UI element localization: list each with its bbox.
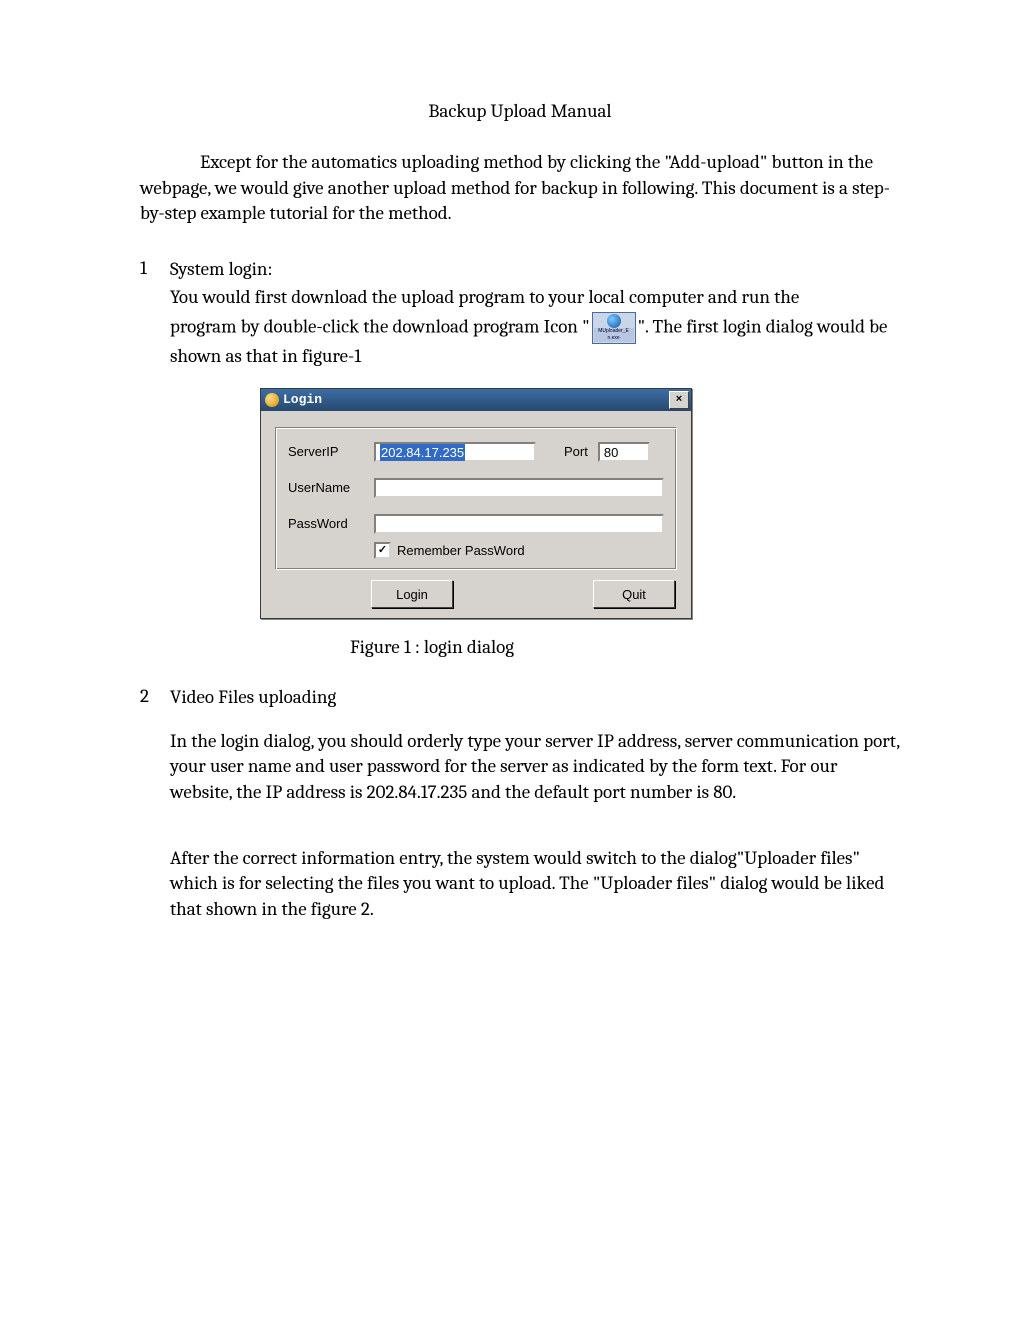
password-input[interactable] [374,514,664,534]
figure-1-caption: Figure 1 : login dialog [350,635,900,661]
intro-paragraph: Except for the automatics uploading meth… [140,150,900,227]
dialog-app-icon [265,393,279,407]
section-2-para-2: After the correct information entry, the… [170,846,900,923]
document-page: Backup Upload Manual Except for the auto… [0,0,1020,1320]
serverip-row: ServerIP 202.84.17.235 Port 80 [288,442,664,462]
close-button[interactable]: × [669,391,689,409]
button-row: Login Quit [275,580,677,608]
serverip-input[interactable]: 202.84.17.235 [374,442,536,462]
section-2-para-1: In the login dialog, you should orderly … [170,729,900,806]
dialog-title-text: Login [283,391,669,409]
username-input[interactable] [374,478,664,498]
serverip-label: ServerIP [288,443,374,461]
figure-1-image: Login × ServerIP 202.84.17.235 [260,388,900,620]
checkmark-icon: ✓ [378,545,387,556]
port-label: Port [564,443,588,461]
list-number-2: 2 [140,685,170,932]
remember-row: ✓ Remember PassWord [374,542,664,560]
section-1-text-before-icon: program by double-click the download pro… [170,316,590,338]
dialog-body: ServerIP 202.84.17.235 Port 80 UserName [261,411,691,619]
section-1-line-a: You would first download the upload prog… [170,285,900,311]
remember-label: Remember PassWord [397,542,525,560]
port-input[interactable]: 80 [598,442,650,462]
section-1-heading: System login: [170,257,900,283]
section-2-heading: Video Files uploading [170,685,900,711]
section-1: 1 System login: You would first download… [140,257,900,685]
username-row: UserName [288,478,664,498]
username-label: UserName [288,479,374,497]
quit-button[interactable]: Quit [593,580,675,608]
password-label: PassWord [288,515,374,533]
serverip-value: 202.84.17.235 [380,444,465,462]
login-dialog: Login × ServerIP 202.84.17.235 [260,388,692,620]
doc-title: Backup Upload Manual [140,100,900,122]
section-1-line-b: program by double-click the download pro… [170,312,900,370]
form-panel: ServerIP 202.84.17.235 Port 80 UserName [275,427,677,571]
password-row: PassWord [288,514,664,534]
dialog-titlebar: Login × [261,389,691,411]
section-2: 2 Video Files uploading In the login dia… [140,685,900,932]
uploader-exe-icon: MUploader_E n.exe [592,312,636,344]
login-button[interactable]: Login [371,580,453,608]
close-icon: × [676,394,682,405]
list-number-1: 1 [140,257,170,685]
remember-checkbox[interactable]: ✓ [374,542,391,559]
